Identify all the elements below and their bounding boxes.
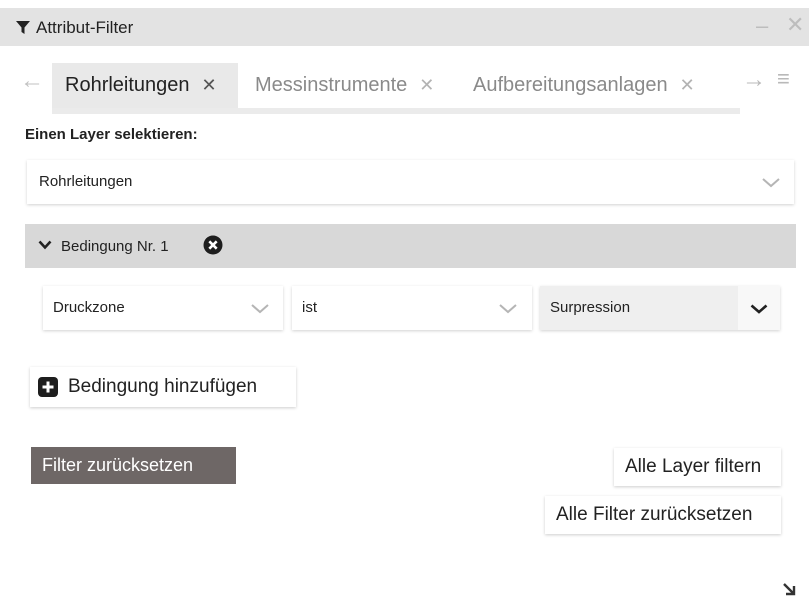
condition-value-select[interactable]: Surpression <box>540 286 780 330</box>
tab-rohrleitungen[interactable]: Rohrleitungen ✕ <box>52 63 238 108</box>
layer-select[interactable]: Rohrleitungen <box>27 160 794 204</box>
remove-condition-icon[interactable] <box>203 235 223 255</box>
filter-all-layers-button[interactable]: Alle Layer filtern <box>614 448 781 486</box>
chevron-down-icon <box>251 304 269 314</box>
condition-header[interactable]: Bedingung Nr. 1 <box>25 224 796 268</box>
layer-tab-bar: ← Rohrleitungen ✕ Messinstrumente ✕ Aufb… <box>0 58 809 114</box>
tab-strip-divider <box>52 108 740 114</box>
condition-value-value: Surpression <box>550 299 631 316</box>
tab-close-icon[interactable]: ✕ <box>419 75 434 96</box>
tab-aufbereitungsanlagen[interactable]: Aufbereitungsanlagen ✕ <box>473 63 695 108</box>
tab-label: Rohrleitungen <box>65 74 190 96</box>
minimize-button[interactable]: – <box>756 15 768 37</box>
layer-select-value: Rohrleitungen <box>39 173 133 190</box>
condition-label: Bedingung Nr. 1 <box>61 238 169 255</box>
tab-menu-icon[interactable]: ≡ <box>777 66 790 92</box>
reset-all-filters-button[interactable]: Alle Filter zurücksetzen <box>545 496 781 534</box>
tab-messinstrumente[interactable]: Messinstrumente ✕ <box>255 63 434 108</box>
condition-operator-value: ist <box>302 299 317 316</box>
chevron-down-icon <box>762 178 780 188</box>
resize-handle-icon[interactable] <box>782 582 796 596</box>
close-button[interactable]: ✕ <box>786 14 804 36</box>
condition-field-value: Druckzone <box>53 299 125 316</box>
reset-filter-button[interactable]: Filter zurücksetzen <box>31 447 236 484</box>
filter-icon <box>16 21 30 34</box>
tab-label: Messinstrumente <box>255 74 408 96</box>
condition-operator-select[interactable]: ist <box>292 286 532 330</box>
tab-prev-arrow-icon[interactable]: ← <box>20 67 44 95</box>
condition-field-select[interactable]: Druckzone <box>43 286 283 330</box>
window-title: Attribut-Filter <box>36 18 134 37</box>
value-dropdown-toggle[interactable] <box>738 286 780 330</box>
layer-section-label: Einen Layer selektieren: <box>25 126 198 143</box>
chevron-down-icon <box>499 304 517 314</box>
chevron-down-icon <box>750 304 768 314</box>
plus-square-icon <box>38 377 58 397</box>
chevron-down-icon[interactable] <box>38 240 52 250</box>
tab-label: Aufbereitungsanlagen <box>473 74 668 96</box>
tab-next-arrow-icon[interactable]: → <box>742 66 766 94</box>
add-condition-label: Bedingung hinzufügen <box>68 376 258 397</box>
add-condition-button[interactable]: Bedingung hinzufügen <box>30 367 296 407</box>
tab-close-icon[interactable]: ✕ <box>680 75 695 96</box>
window-titlebar: Attribut-Filter – ✕ <box>0 8 809 46</box>
tab-close-icon[interactable]: ✕ <box>202 75 217 96</box>
